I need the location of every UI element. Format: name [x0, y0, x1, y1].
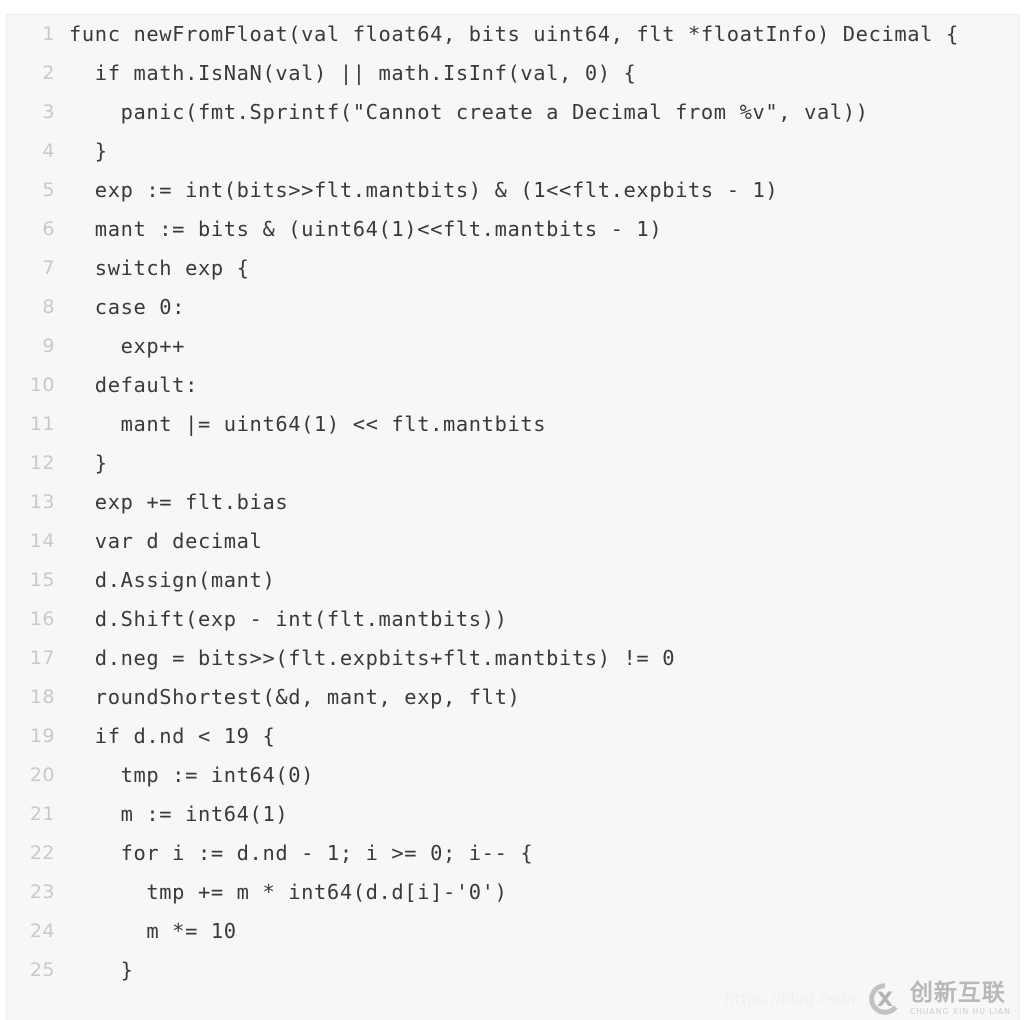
circle-x-logo-icon — [866, 980, 904, 1018]
code-line[interactable]: 22 for i := d.nd - 1; i >= 0; i-- { — [7, 834, 1019, 873]
line-content[interactable]: for i := d.nd - 1; i >= 0; i-- { — [69, 834, 533, 873]
line-content[interactable]: } — [69, 132, 108, 171]
line-content[interactable]: if math.IsNaN(val) || math.IsInf(val, 0)… — [69, 54, 636, 93]
line-content[interactable]: exp := int(bits>>flt.mantbits) & (1<<flt… — [69, 171, 778, 210]
code-line[interactable]: 4 } — [7, 132, 1019, 171]
line-content[interactable]: if d.nd < 19 { — [69, 717, 275, 756]
line-number: 2 — [42, 62, 55, 84]
code-line[interactable]: 5 exp := int(bits>>flt.mantbits) & (1<<f… — [7, 171, 1019, 210]
watermark-logo: 创新互联 CHUANG XIN HU LIAN — [866, 980, 1011, 1018]
line-number: 14 — [29, 530, 55, 552]
code-line[interactable]: 18 roundShortest(&d, mant, exp, flt) — [7, 678, 1019, 717]
line-number: 5 — [42, 179, 55, 201]
code-line[interactable]: 2 if math.IsNaN(val) || math.IsInf(val, … — [7, 54, 1019, 93]
code-line[interactable]: 13 exp += flt.bias — [7, 483, 1019, 522]
line-number: 4 — [42, 140, 55, 162]
line-content[interactable]: } — [69, 444, 108, 483]
line-content[interactable]: } — [69, 951, 133, 990]
line-number: 11 — [29, 413, 55, 435]
watermark: https://blog.csdn 创新互联 CHUANG XIN HU LIA… — [725, 980, 1011, 1018]
line-number: 18 — [29, 686, 55, 708]
line-number: 15 — [29, 569, 55, 591]
code-line[interactable]: 7 switch exp { — [7, 249, 1019, 288]
code-viewer-panel[interactable]: 1 func newFromFloat(val float64, bits uin… — [6, 14, 1020, 1020]
line-number: 6 — [42, 218, 55, 240]
line-content[interactable]: mant |= uint64(1) << flt.mantbits — [69, 405, 546, 444]
code-line[interactable]: 21 m := int64(1) — [7, 795, 1019, 834]
line-content[interactable]: roundShortest(&d, mant, exp, flt) — [69, 678, 520, 717]
line-number: 22 — [29, 842, 55, 864]
code-line[interactable]: 1 func newFromFloat(val float64, bits uin… — [7, 15, 1019, 54]
line-content[interactable]: d.Shift(exp - int(flt.mantbits)) — [69, 600, 507, 639]
watermark-brand-pinyin: CHUANG XIN HU LIAN — [909, 1007, 1011, 1017]
line-number: 24 — [29, 920, 55, 942]
line-number: 8 — [42, 296, 55, 318]
code-line[interactable]: 9 exp++ — [7, 327, 1019, 366]
code-line[interactable]: 12 } — [7, 444, 1019, 483]
line-content[interactable]: case 0: — [69, 288, 185, 327]
watermark-brand-chinese: 创新互联 — [909, 980, 1006, 1007]
line-content[interactable]: var d decimal — [69, 522, 262, 561]
line-content[interactable]: d.neg = bits>>(flt.expbits+flt.mantbits)… — [69, 639, 675, 678]
line-content[interactable]: m *= 10 — [69, 912, 237, 951]
line-content[interactable]: tmp := int64(0) — [69, 756, 314, 795]
line-number: 20 — [29, 764, 55, 786]
line-content[interactable]: panic(fmt.Sprintf("Cannot create a Decim… — [69, 93, 869, 132]
line-number: 19 — [29, 725, 55, 747]
code-line[interactable]: 15 d.Assign(mant) — [7, 561, 1019, 600]
code-line[interactable]: 24 m *= 10 — [7, 912, 1019, 951]
code-line[interactable]: 8 case 0: — [7, 288, 1019, 327]
line-number: 3 — [42, 101, 55, 123]
line-content[interactable]: switch exp { — [69, 249, 250, 288]
code-line[interactable]: 3 panic(fmt.Sprintf("Cannot create a Dec… — [7, 93, 1019, 132]
code-line[interactable]: 17 d.neg = bits>>(flt.expbits+flt.mantbi… — [7, 639, 1019, 678]
line-content[interactable]: exp += flt.bias — [69, 483, 288, 522]
watermark-brand: 创新互联 CHUANG XIN HU LIAN — [910, 982, 1011, 1016]
line-number: 10 — [29, 374, 55, 396]
line-number: 13 — [29, 491, 55, 513]
line-number: 7 — [42, 257, 55, 279]
line-number: 17 — [29, 647, 55, 669]
line-number: 21 — [29, 803, 55, 825]
line-content[interactable]: m := int64(1) — [69, 795, 288, 834]
line-content[interactable]: d.Assign(mant) — [69, 561, 275, 600]
code-line-list: 1 func newFromFloat(val float64, bits uin… — [7, 15, 1019, 990]
line-number: 12 — [29, 452, 55, 474]
line-content[interactable]: mant := bits & (uint64(1)<<flt.mantbits … — [69, 210, 662, 249]
line-content[interactable]: tmp += m * int64(d.d[i]-'0') — [69, 873, 507, 912]
line-content[interactable]: default: — [69, 366, 198, 405]
line-number: 23 — [29, 881, 55, 903]
code-line[interactable]: 11 mant |= uint64(1) << flt.mantbits — [7, 405, 1019, 444]
code-line[interactable]: 16 d.Shift(exp - int(flt.mantbits)) — [7, 600, 1019, 639]
line-content[interactable]: func newFromFloat(val float64, bits uint… — [69, 15, 959, 54]
code-line[interactable]: 19 if d.nd < 19 { — [7, 717, 1019, 756]
line-number: 1 — [42, 23, 55, 45]
line-number: 25 — [29, 959, 55, 981]
code-line[interactable]: 20 tmp := int64(0) — [7, 756, 1019, 795]
code-line[interactable]: 10 default: — [7, 366, 1019, 405]
code-line[interactable]: 14 var d decimal — [7, 522, 1019, 561]
code-line[interactable]: 6 mant := bits & (uint64(1)<<flt.mantbit… — [7, 210, 1019, 249]
line-number: 9 — [42, 335, 55, 357]
watermark-url-text: https://blog.csdn — [724, 990, 856, 1008]
code-line[interactable]: 23 tmp += m * int64(d.d[i]-'0') — [7, 873, 1019, 912]
line-content[interactable]: exp++ — [69, 327, 185, 366]
line-number: 16 — [29, 608, 55, 630]
